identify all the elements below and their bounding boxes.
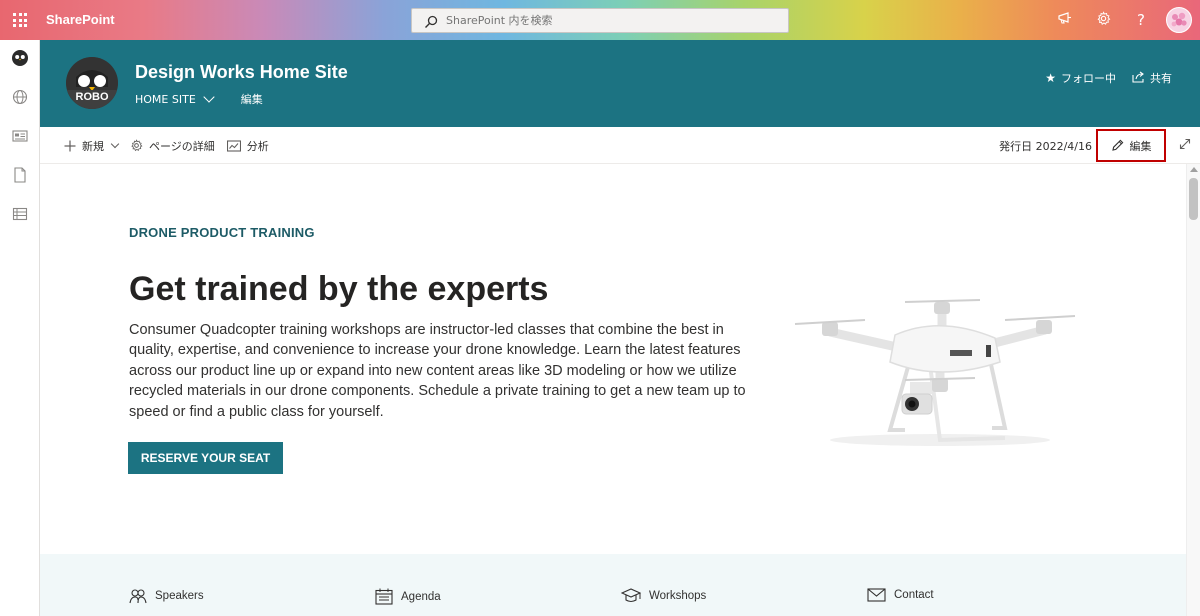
settings-button[interactable] — [1084, 0, 1122, 40]
nav-home-site[interactable]: HOME SITE — [135, 91, 215, 106]
page-scrollbar[interactable] — [1186, 164, 1200, 616]
app-bar — [0, 40, 40, 616]
rail-sites[interactable] — [0, 79, 40, 118]
nav-edit-label: 編集 — [240, 93, 263, 106]
rail-news[interactable] — [0, 118, 40, 157]
plus-icon — [64, 140, 76, 152]
waffle-icon — [13, 13, 27, 27]
hero-description: Consumer Quadcopter training workshops a… — [129, 322, 746, 420]
follow-button[interactable]: ★ フォロー中 — [1045, 70, 1116, 86]
edit-label: 編集 — [1129, 139, 1152, 153]
scrollbar-thumb[interactable] — [1189, 178, 1198, 220]
page-canvas: DRONE PRODUCT TRAINING Get trained by th… — [40, 164, 1186, 616]
quick-link-workshops-label: Workshops — [649, 590, 707, 602]
education-icon — [621, 588, 641, 604]
share-icon — [1132, 71, 1145, 86]
site-header-actions: ★ フォロー中 共有 — [1029, 70, 1172, 86]
new-label: 新規 — [82, 139, 104, 153]
list-icon — [12, 206, 28, 225]
nav-home-site-label: HOME SITE — [135, 92, 196, 106]
avatar[interactable] — [1166, 7, 1192, 33]
analytics-icon — [226, 139, 241, 152]
search-icon — [424, 14, 438, 28]
site-title[interactable]: Design Works Home Site — [135, 62, 348, 83]
rail-files[interactable] — [0, 157, 40, 196]
app-launcher-button[interactable] — [0, 0, 40, 40]
quick-link-agenda[interactable]: Agenda — [375, 588, 441, 605]
command-bar-right: 発行日 2022/4/16 編集 — [999, 127, 1200, 164]
edit-page-button[interactable]: 編集 — [1096, 129, 1166, 162]
rail-lists[interactable] — [0, 196, 40, 235]
people-icon — [129, 588, 147, 604]
suite-actions: ? — [1046, 0, 1200, 40]
rail-home[interactable] — [0, 40, 40, 79]
megaphone-icon — [1057, 11, 1073, 29]
site-navigation: HOME SITE 編集 — [135, 91, 291, 107]
calendar-icon — [375, 588, 393, 605]
pencil-icon — [1111, 139, 1124, 152]
help-button[interactable]: ? — [1122, 0, 1160, 40]
published-date: 発行日 2022/4/16 — [999, 139, 1092, 153]
quick-link-speakers[interactable]: Speakers — [129, 588, 204, 604]
command-bar-left: 新規 ページの詳細 分析 — [64, 127, 281, 164]
suite-bar: SharePoint ? — [0, 0, 1200, 40]
nav-edit-link[interactable]: 編集 — [241, 91, 263, 107]
suite-brand-link[interactable]: SharePoint — [46, 0, 115, 40]
quick-link-contact-label: Contact — [894, 589, 934, 601]
search-input[interactable] — [446, 14, 766, 27]
news-icon — [12, 128, 28, 147]
globe-icon — [12, 89, 28, 109]
quick-links-band: Speakers Agenda Workshops Contact — [40, 554, 1186, 616]
site-logo[interactable]: ROBO — [66, 57, 118, 109]
analytics-label: 分析 — [246, 139, 269, 153]
share-button[interactable]: 共有 — [1132, 70, 1172, 86]
page-details-button[interactable]: ページの詳細 — [130, 138, 215, 154]
file-icon — [13, 166, 27, 187]
search-box[interactable] — [411, 8, 789, 33]
expand-icon — [1179, 138, 1191, 153]
quick-link-agenda-label: Agenda — [401, 590, 441, 603]
mail-icon — [867, 588, 886, 602]
quick-link-workshops[interactable]: Workshops — [621, 588, 706, 604]
new-button[interactable]: 新規 — [64, 138, 120, 154]
chevron-down-icon — [203, 91, 215, 103]
quick-link-speakers-label: Speakers — [155, 590, 204, 602]
share-label: 共有 — [1150, 72, 1172, 85]
star-icon: ★ — [1045, 71, 1056, 85]
scroll-up-arrow-icon[interactable] — [1190, 167, 1198, 172]
hero-eyebrow: DRONE PRODUCT TRAINING — [129, 225, 315, 240]
chevron-down-icon — [110, 139, 120, 149]
site-logo-text: ROBO — [75, 91, 109, 103]
quick-link-contact[interactable]: Contact — [867, 588, 934, 602]
gear-icon — [1096, 10, 1111, 30]
announcements-button[interactable] — [1046, 0, 1084, 40]
site-header: ROBO Design Works Home Site HOME SITE 編集… — [40, 40, 1200, 127]
page-details-label: ページの詳細 — [149, 139, 215, 153]
analytics-button[interactable]: 分析 — [226, 138, 269, 154]
home-icon — [11, 49, 29, 71]
follow-label: フォロー中 — [1061, 72, 1116, 85]
gear-icon — [130, 139, 143, 152]
hero-title: Get trained by the experts — [129, 270, 549, 308]
drone-image — [790, 290, 1080, 450]
reserve-seat-button[interactable]: RESERVE YOUR SEAT — [128, 442, 283, 474]
help-icon: ? — [1137, 11, 1145, 29]
expand-button[interactable] — [1170, 127, 1200, 164]
command-bar: 新規 ページの詳細 分析 発行日 2022/4/16 編集 — [40, 127, 1200, 164]
